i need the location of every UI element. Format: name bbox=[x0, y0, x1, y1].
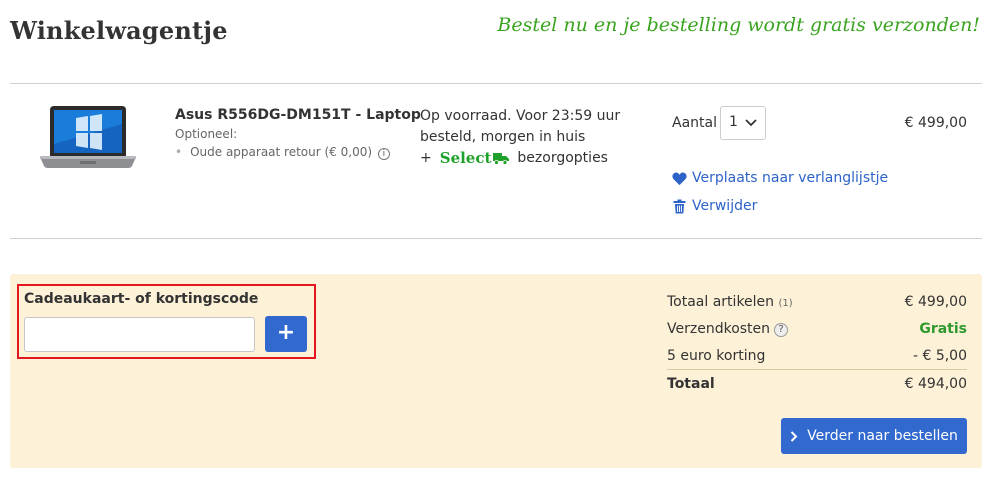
heart-icon bbox=[672, 171, 687, 185]
move-to-wishlist-link[interactable]: Verplaats naar verlanglijstje bbox=[672, 170, 888, 186]
shipping-label-text: Verzendkosten bbox=[667, 321, 771, 337]
bullet-icon: • bbox=[175, 145, 183, 159]
wishlist-label: Verplaats naar verlanglijstje bbox=[692, 170, 889, 186]
quantity-value: 1 bbox=[729, 114, 738, 130]
discount-code-input[interactable] bbox=[24, 317, 255, 352]
select-logo: Select bbox=[439, 149, 492, 167]
laptop-image[interactable] bbox=[36, 104, 140, 170]
discount-label: 5 euro korting bbox=[667, 348, 766, 364]
total-label: Totaal bbox=[667, 376, 715, 392]
chevron-down-icon bbox=[745, 119, 757, 127]
items-total-label: Totaal artikelen (1) bbox=[667, 294, 793, 310]
quantity-label: Aantal bbox=[672, 115, 717, 131]
items-total-label-text: Totaal artikelen bbox=[667, 294, 775, 310]
shipping-value: Gratis bbox=[919, 321, 967, 337]
select-delivery-options[interactable]: + Select bezorgopties bbox=[420, 149, 608, 167]
truck-icon bbox=[493, 152, 510, 165]
option-item: • Oude apparaat retour (€ 0,00) i bbox=[175, 145, 390, 160]
bottom-divider bbox=[10, 238, 982, 239]
remove-item-link[interactable]: Verwijder bbox=[672, 198, 757, 214]
chevron-right-icon bbox=[790, 430, 798, 442]
total-divider bbox=[667, 369, 967, 370]
stock-status: Op voorraad. Voor 23:59 uur besteld, mor… bbox=[420, 108, 621, 145]
add-code-button[interactable]: + bbox=[265, 316, 307, 352]
quantity-select[interactable]: 1 bbox=[720, 106, 766, 140]
remove-label: Verwijder bbox=[692, 198, 758, 214]
items-total-value: € 499,00 bbox=[904, 294, 967, 310]
top-divider bbox=[10, 83, 982, 84]
product-name[interactable]: Asus R556DG-DM151T - Laptop bbox=[175, 107, 421, 123]
discount-code-label: Cadeaukaart- of kortingscode bbox=[24, 291, 259, 307]
total-value: € 494,00 bbox=[904, 376, 967, 392]
discount-value: - € 5,00 bbox=[912, 348, 967, 364]
page-title: Winkelwagentje bbox=[10, 16, 228, 45]
plus-label: + bbox=[420, 150, 432, 166]
shipping-label: Verzendkosten? bbox=[667, 321, 789, 337]
delivery-options-label: bezorgopties bbox=[517, 150, 608, 166]
checkout-button[interactable]: Verder naar bestellen bbox=[781, 418, 967, 454]
free-shipping-promo: Bestel nu en je bestelling wordt gratis … bbox=[497, 14, 980, 36]
checkout-label: Verder naar bestellen bbox=[807, 428, 958, 444]
item-price: € 499,00 bbox=[904, 115, 967, 131]
option-text: Oude apparaat retour (€ 0,00) bbox=[190, 145, 373, 159]
trash-icon bbox=[673, 199, 686, 213]
optional-label: Optioneel: bbox=[175, 127, 238, 141]
info-icon[interactable]: i bbox=[377, 148, 390, 160]
items-count: (1) bbox=[778, 298, 793, 309]
help-icon[interactable]: ? bbox=[774, 323, 789, 337]
